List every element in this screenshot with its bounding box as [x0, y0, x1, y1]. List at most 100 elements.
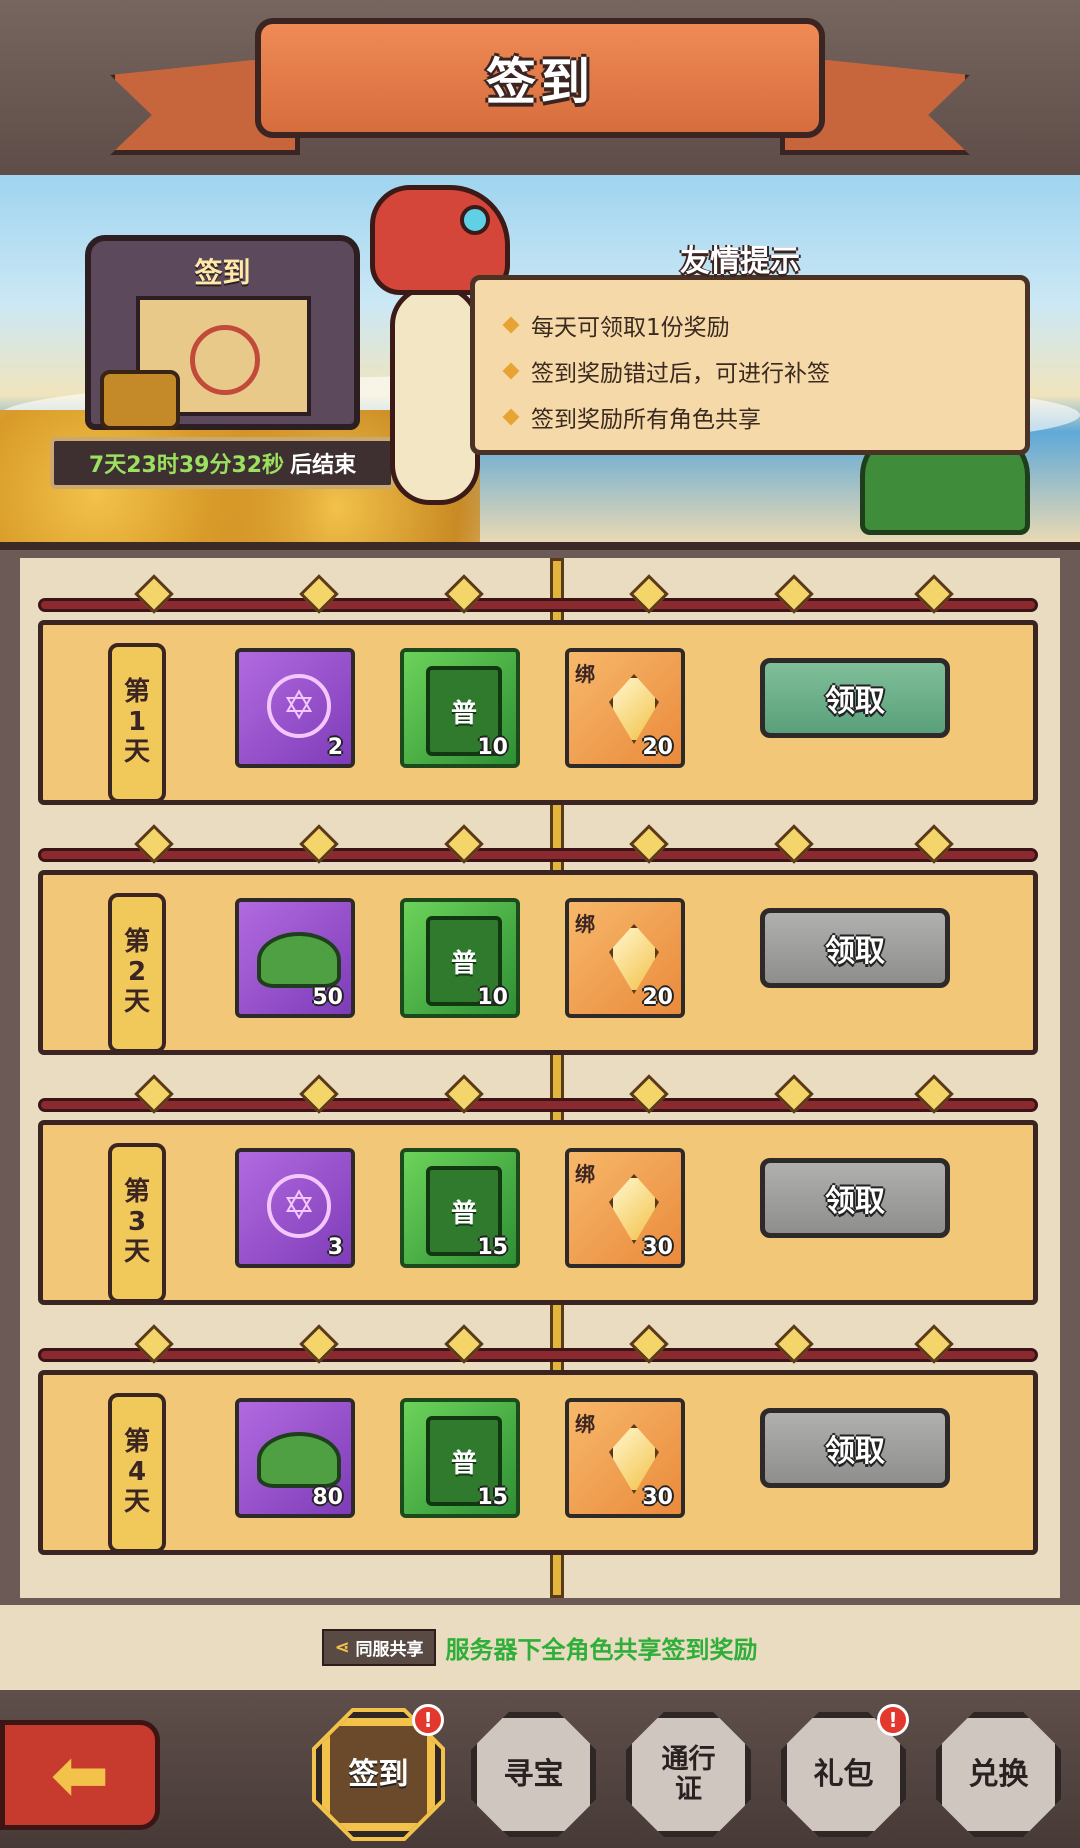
bind-label: 绑 — [575, 662, 595, 686]
tip-text: 签到奖励所有角色共享 — [531, 407, 761, 433]
tips-panel: 每天可领取1份奖励 签到奖励错过后，可进行补签 签到奖励所有角色共享 — [470, 275, 1030, 455]
back-button[interactable]: ⬅ — [0, 1720, 160, 1830]
day-tag-char: 天 — [123, 986, 150, 1017]
bind-label: 绑 — [575, 912, 595, 936]
card-rail — [38, 1348, 1038, 1362]
day-tag-char: 第 — [123, 1427, 150, 1458]
card-rail — [38, 1098, 1038, 1112]
reward-count: 3 — [327, 1235, 343, 1260]
page-title: 签到 — [486, 53, 594, 111]
day-tag-number: 4 — [127, 1457, 147, 1488]
event-timer: 7天23时39分32秒 后结束 — [50, 437, 395, 489]
share-text: 服务器下全角色共享签到奖励 — [445, 1636, 758, 1664]
day-card: 第 2 天 50 普 10 绑 20 领取 — [20, 808, 1060, 1058]
share-tag: ⋖ 同服共享 — [322, 1629, 436, 1666]
day-tag: 第 3 天 — [108, 1143, 166, 1303]
reward-slot[interactable]: ✡ 2 — [235, 648, 355, 768]
reward-slot[interactable]: 50 — [235, 898, 355, 1018]
top-bar: 签到 — [0, 0, 1080, 175]
reward-count: 15 — [477, 1235, 508, 1260]
event-banner: 签到 7天23时39分32秒 后结束 每天可领取1份奖励 签到奖励错过后，可进行… — [0, 175, 1080, 550]
bound-crystal-icon — [609, 674, 659, 744]
day-tag-number: 1 — [127, 707, 147, 738]
tips-title: 友情提示 — [680, 244, 800, 279]
hexagram-crystal-icon: ✡ — [267, 674, 331, 738]
day-tag-char: 第 — [123, 1177, 150, 1208]
stamp-icon — [190, 325, 260, 395]
notification-badge: ! — [412, 1704, 444, 1736]
day-tag-char: 第 — [123, 677, 150, 708]
book-label: 普 — [450, 948, 477, 979]
reward-count: 20 — [642, 985, 673, 1010]
tips-header: 友情提示 — [610, 230, 870, 286]
book-label: 普 — [450, 1198, 477, 1229]
daily-reward-list[interactable]: 第 1 天 ✡ 2 普 10 绑 20 领取 第 2 天 50 普 10 绑 2… — [20, 558, 1060, 1598]
tip-item: 签到奖励所有角色共享 — [502, 394, 995, 440]
reward-count: 80 — [312, 1485, 343, 1510]
timer-countdown: 7天23时39分32秒 — [88, 453, 285, 478]
bound-crystal-icon — [609, 1424, 659, 1494]
reward-slot[interactable]: 普 10 — [400, 648, 520, 768]
reward-slot[interactable]: ✡ 3 — [235, 1148, 355, 1268]
share-icon: ⋖ — [334, 1637, 350, 1658]
reward-count: 10 — [477, 735, 508, 760]
tip-item: 每天可领取1份奖励 — [502, 302, 995, 348]
treasure-chest-icon — [100, 370, 180, 430]
share-tag-label: 同服共享 — [355, 1640, 424, 1660]
bullet-icon — [502, 408, 520, 426]
back-arrow-icon: ⬅ — [50, 1734, 110, 1816]
claim-button[interactable]: 领取 — [760, 1158, 950, 1238]
nav-tab-exchange[interactable]: 兑换 — [936, 1712, 1061, 1837]
day-tag-char: 天 — [123, 736, 150, 767]
day-tag-number: 2 — [127, 957, 147, 988]
bound-crystal-icon — [609, 1174, 659, 1244]
reward-count: 10 — [477, 985, 508, 1010]
tip-item: 签到奖励错过后，可进行补签 — [502, 348, 995, 394]
notification-badge: ! — [877, 1704, 909, 1736]
day-card: 第 1 天 ✡ 2 普 10 绑 20 领取 — [20, 558, 1060, 808]
reward-slot[interactable]: 绑 30 — [565, 1148, 685, 1268]
book-label: 普 — [450, 1448, 477, 1479]
reward-slot[interactable]: 普 15 — [400, 1398, 520, 1518]
reward-slot[interactable]: 普 15 — [400, 1148, 520, 1268]
reward-slot[interactable]: 80 — [235, 1398, 355, 1518]
signboard-title: 签到 — [194, 256, 251, 289]
hexagram-crystal-icon: ✡ — [267, 1174, 331, 1238]
reward-slot[interactable]: 普 10 — [400, 898, 520, 1018]
claim-button[interactable]: 领取 — [760, 1408, 950, 1488]
day-tag: 第 2 天 — [108, 893, 166, 1053]
day-tag-char: 天 — [123, 1236, 150, 1267]
bind-label: 绑 — [575, 1412, 595, 1436]
card-rail — [38, 848, 1038, 862]
reward-count: 30 — [642, 1485, 673, 1510]
day-tag-char: 天 — [123, 1486, 150, 1517]
reward-count: 30 — [642, 1235, 673, 1260]
reward-slot[interactable]: 绑 20 — [565, 898, 685, 1018]
day-tag: 第 4 天 — [108, 1393, 166, 1553]
tip-text: 签到奖励错过后，可进行补签 — [531, 361, 830, 387]
reward-count: 15 — [477, 1485, 508, 1510]
reward-count: 2 — [327, 735, 343, 760]
reward-slot[interactable]: 绑 30 — [565, 1398, 685, 1518]
reward-count: 20 — [642, 735, 673, 760]
claim-button[interactable]: 领取 — [760, 658, 950, 738]
reward-count: 50 — [312, 985, 343, 1010]
bound-crystal-icon — [609, 924, 659, 994]
reward-slot[interactable]: 绑 20 — [565, 648, 685, 768]
day-tag: 第 1 天 — [108, 643, 166, 803]
nav-tab-treasure[interactable]: 寻宝 — [471, 1712, 596, 1837]
day-tag-number: 3 — [127, 1207, 147, 1238]
timer-suffix: 后结束 — [290, 453, 357, 478]
share-info-bar: ⋖ 同服共享 服务器下全角色共享签到奖励 — [0, 1605, 1080, 1690]
nav-tab-pass[interactable]: 通行证 — [626, 1712, 751, 1837]
zongzi-icon — [257, 1432, 341, 1488]
dragon-eye — [460, 205, 490, 235]
day-tag-char: 第 — [123, 927, 150, 958]
bottom-nav: ⬅ 签到 ! 寻宝 通行证 礼包 ! 兑换 — [0, 1690, 1080, 1848]
claim-button[interactable]: 领取 — [760, 908, 950, 988]
tip-text: 每天可领取1份奖励 — [531, 315, 730, 341]
bind-label: 绑 — [575, 1162, 595, 1186]
bullet-icon — [502, 362, 520, 380]
bullet-icon — [502, 316, 520, 334]
day-card: 第 3 天 ✡ 3 普 15 绑 30 领取 — [20, 1058, 1060, 1308]
